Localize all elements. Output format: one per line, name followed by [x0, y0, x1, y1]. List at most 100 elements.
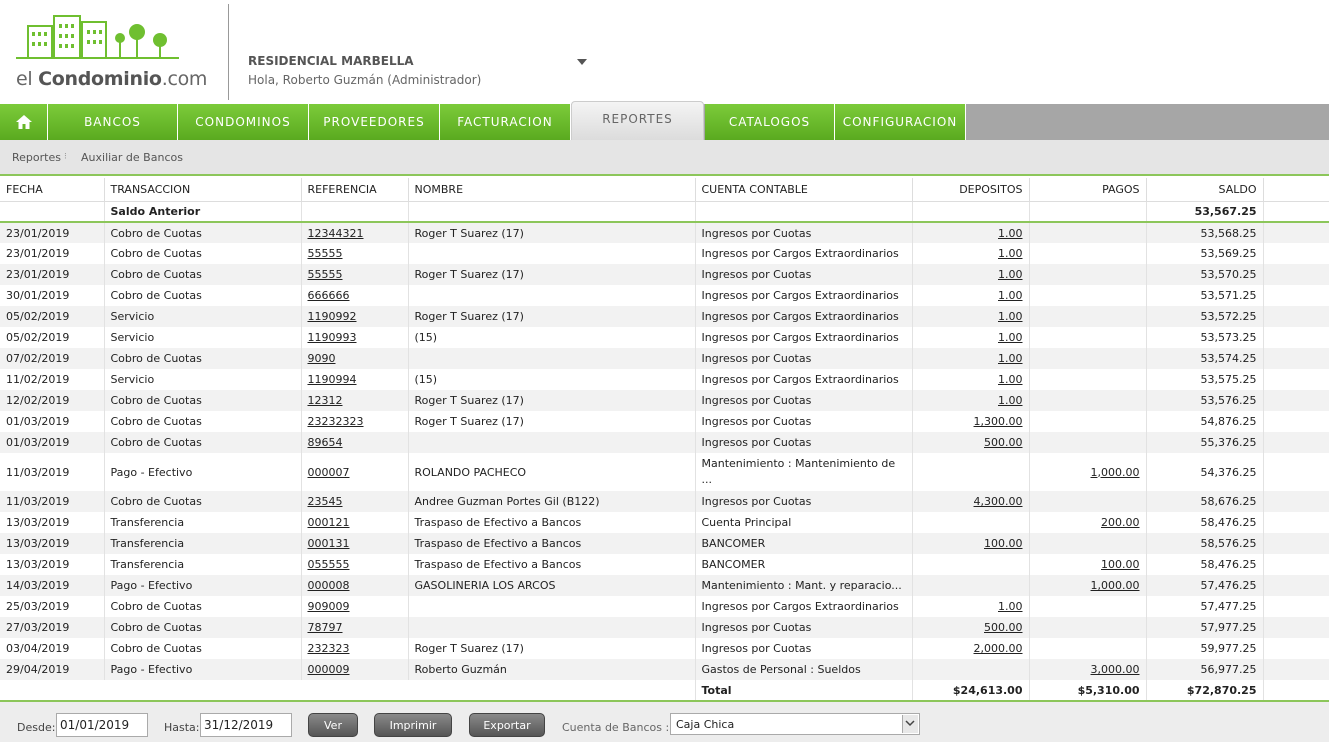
referencia-link[interactable]: 000121: [308, 516, 350, 529]
referencia-link[interactable]: 9090: [308, 352, 336, 365]
pagos-link[interactable]: 3,000.00: [1091, 663, 1140, 676]
referencia-link[interactable]: 1190992: [308, 310, 357, 323]
referencia-link[interactable]: 000009: [308, 663, 350, 676]
cell-depositos: [912, 554, 1030, 575]
imprimir-button[interactable]: Imprimir: [374, 713, 452, 737]
cell-cuenta-contable: Ingresos por Cuotas: [695, 348, 913, 369]
depositos-link[interactable]: 1.00: [998, 289, 1023, 302]
depositos-link[interactable]: 4,300.00: [974, 495, 1023, 508]
total-label: Total: [694, 680, 913, 700]
depositos-link[interactable]: 2,000.00: [974, 642, 1023, 655]
nav-condominos[interactable]: CONDOMINOS: [178, 104, 309, 140]
cell-fecha: 01/03/2019: [0, 432, 105, 453]
depositos-link[interactable]: 1.00: [998, 600, 1023, 613]
chevron-down-icon[interactable]: [576, 58, 588, 66]
cell-depositos: 1,300.00: [912, 411, 1030, 432]
nav-facturacion[interactable]: FACTURACION: [440, 104, 571, 140]
nav-bancos[interactable]: BANCOS: [48, 104, 178, 140]
cell-depositos: 500.00: [912, 432, 1030, 453]
cell-saldo: 54,876.25: [1146, 411, 1264, 432]
breadcrumb-root[interactable]: Reportes: [12, 151, 61, 164]
depositos-link[interactable]: 1.00: [998, 394, 1023, 407]
depositos-link[interactable]: 1.00: [998, 247, 1023, 260]
referencia-link[interactable]: 78797: [308, 621, 343, 634]
ver-button[interactable]: Ver: [308, 713, 358, 737]
cell-fecha: 11/02/2019: [0, 369, 105, 390]
cell-saldo: 58,476.25: [1146, 512, 1264, 533]
cell-referencia: 232323: [301, 638, 409, 659]
depositos-link[interactable]: 1.00: [998, 268, 1023, 281]
referencia-link[interactable]: 055555: [308, 558, 350, 571]
col-referencia[interactable]: REFERENCIA: [301, 178, 409, 201]
pagos-link[interactable]: 100.00: [1101, 558, 1140, 571]
cell-fecha: 05/02/2019: [0, 327, 105, 348]
col-transaccion[interactable]: TRANSACCION: [104, 178, 302, 201]
col-nombre[interactable]: NOMBRE: [408, 178, 696, 201]
cell-pagos: [1029, 491, 1147, 512]
desde-label: Desde:: [17, 721, 56, 734]
logo[interactable]: el Condominio.com: [14, 10, 214, 94]
referencia-link[interactable]: 23545: [308, 495, 343, 508]
nav-configuracion[interactable]: CONFIGURACION: [835, 104, 966, 140]
col-saldo[interactable]: SALDO: [1146, 178, 1264, 201]
nav-home[interactable]: [0, 104, 48, 140]
table-row: 12/02/2019 Cobro de Cuotas 12312 Roger T Su…: [0, 390, 1329, 411]
cell-depositos: 1.00: [912, 596, 1030, 617]
cell-saldo: 55,376.25: [1146, 432, 1264, 453]
cell-pagos: [1029, 411, 1147, 432]
pagos-link[interactable]: 1,000.00: [1091, 466, 1140, 479]
cuenta-bancos-select[interactable]: Caja Chica: [670, 713, 920, 735]
depositos-link[interactable]: 1.00: [998, 310, 1023, 323]
col-fecha[interactable]: FECHA: [0, 178, 105, 201]
referencia-link[interactable]: 232323: [308, 642, 350, 655]
cell-filler: [1263, 453, 1329, 491]
cell-pagos: [1029, 638, 1147, 659]
col-depositos[interactable]: DEPOSITOS: [912, 178, 1030, 201]
referencia-link[interactable]: 12344321: [308, 227, 364, 240]
depositos-link[interactable]: 1.00: [998, 331, 1023, 344]
depositos-link[interactable]: 1.00: [998, 227, 1023, 240]
cell-referencia: 9090: [301, 348, 409, 369]
referencia-link[interactable]: 55555: [308, 268, 343, 281]
cell-fecha: 13/03/2019: [0, 512, 105, 533]
depositos-link[interactable]: 100.00: [984, 537, 1023, 550]
referencia-link[interactable]: 1190994: [308, 373, 357, 386]
cell-nombre: ROLANDO PACHECO: [408, 453, 696, 491]
depositos-link[interactable]: 500.00: [984, 436, 1023, 449]
referencia-link[interactable]: 23232323: [308, 415, 364, 428]
cell-depositos: 1.00: [912, 369, 1030, 390]
cell-filler: [1263, 264, 1329, 285]
referencia-link[interactable]: 000131: [308, 537, 350, 550]
total-saldo: $72,870.25: [1146, 680, 1264, 700]
col-pagos[interactable]: PAGOS: [1029, 178, 1147, 201]
hasta-date-input[interactable]: [200, 713, 292, 737]
nav-proveedores[interactable]: PROVEEDORES: [309, 104, 440, 140]
chevron-down-icon[interactable]: [902, 715, 918, 733]
depositos-link[interactable]: 500.00: [984, 621, 1023, 634]
referencia-link[interactable]: 89654: [308, 436, 343, 449]
referencia-link[interactable]: 1190993: [308, 331, 357, 344]
referencia-link[interactable]: 000007: [308, 466, 350, 479]
depositos-link[interactable]: 1,300.00: [974, 415, 1023, 428]
referencia-link[interactable]: 12312: [308, 394, 343, 407]
desde-date-input[interactable]: [56, 713, 148, 737]
referencia-link[interactable]: 000008: [308, 579, 350, 592]
cell-transaccion: Cobro de Cuotas: [104, 491, 302, 512]
pagos-link[interactable]: 1,000.00: [1091, 579, 1140, 592]
breadcrumb: Reportes ⁝ Auxiliar de Bancos: [0, 140, 1329, 176]
depositos-link[interactable]: 1.00: [998, 373, 1023, 386]
cell-transaccion: Cobro de Cuotas: [104, 264, 302, 285]
cell-nombre: Roberto Guzmán: [408, 659, 696, 680]
referencia-link[interactable]: 55555: [308, 247, 343, 260]
referencia-link[interactable]: 909009: [308, 600, 350, 613]
nav-catalogos[interactable]: CATALOGOS: [705, 104, 835, 140]
pagos-link[interactable]: 200.00: [1101, 516, 1140, 529]
cell-saldo: 53,574.25: [1146, 348, 1264, 369]
depositos-link[interactable]: 1.00: [998, 352, 1023, 365]
cell-depositos: 1.00: [912, 327, 1030, 348]
referencia-link[interactable]: 666666: [308, 289, 350, 302]
exportar-button[interactable]: Exportar: [469, 713, 545, 737]
nav-reportes[interactable]: REPORTES: [571, 101, 704, 140]
col-cuenta-contable[interactable]: CUENTA CONTABLE: [695, 178, 913, 201]
cell-filler: [1263, 491, 1329, 512]
